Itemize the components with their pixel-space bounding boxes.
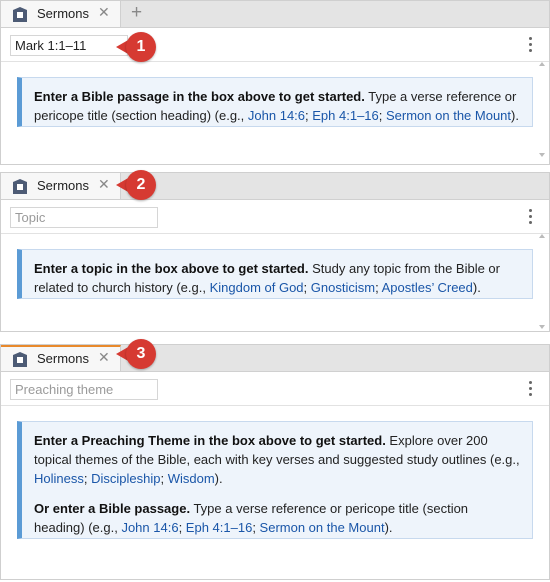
scroll-up-icon[interactable] [539,62,545,66]
more-options-icon[interactable] [529,381,533,397]
separator: ; [160,471,168,486]
scrollbar[interactable] [537,234,547,329]
info-text-end-2: ). [384,520,393,535]
example-link[interactable]: Kingdom of God [210,280,304,295]
separator: ; [303,280,311,295]
example-link[interactable]: Apostles’ Creed [382,280,473,295]
more-options-icon[interactable] [529,209,533,225]
tab-label: Sermons [37,351,90,366]
info-text-end: ). [214,471,223,486]
info-message: Enter a Bible passage in the box above t… [17,77,533,127]
example-link[interactable]: Sermon on the Mount [386,108,511,123]
info-text-end: ). [511,108,519,123]
example-link[interactable]: Wisdom [168,471,215,486]
scroll-up-icon[interactable] [539,234,545,238]
tab-bar: Sermons ✕ [1,345,549,372]
topic-input[interactable] [10,207,158,228]
info-message: Enter a topic in the box above to get st… [17,249,533,299]
tab-bar: Sermons ✕ [1,173,549,200]
close-icon[interactable]: ✕ [98,4,110,21]
callout-number: 2 [126,170,156,200]
info-heading: Enter a Bible passage in the box above t… [34,89,365,104]
example-link[interactable]: Holiness [34,471,84,486]
info-text-end: ). [472,280,481,295]
separator: ; [83,471,92,486]
tab-sermons[interactable]: Sermons ✕ [1,1,121,27]
tab-sermons[interactable]: Sermons ✕ [1,173,121,199]
info-heading: Enter a Preaching Theme in the box above… [34,433,386,448]
sermons-app-icon [13,352,27,367]
callout-number: 1 [126,32,156,62]
info-heading: Enter a topic in the box above to get st… [34,261,309,276]
separator: ; [252,520,260,535]
sermons-panel-1: Sermons ✕ + Enter a Bible passage in the… [0,0,550,165]
info-heading-2: Or enter a Bible passage. [34,501,191,516]
sermons-app-icon [13,7,27,22]
preaching-theme-input[interactable] [10,379,158,400]
close-icon[interactable]: ✕ [98,176,110,193]
tab-sermons[interactable]: Sermons ✕ [1,345,121,371]
example-link[interactable]: Sermon on the Mount [260,520,385,535]
tab-label: Sermons [37,6,90,21]
search-row [1,28,549,62]
scrollbar[interactable] [537,62,547,157]
info-message: Enter a Preaching Theme in the box above… [17,421,533,539]
passage-input[interactable] [10,35,128,56]
separator: ; [178,520,186,535]
tab-label: Sermons [37,178,90,193]
tab-bar: Sermons ✕ + [1,1,549,28]
example-link[interactable]: Gnosticism [311,280,375,295]
add-tab-icon[interactable]: + [131,2,142,24]
scroll-down-icon[interactable] [539,325,545,329]
example-link[interactable]: John 14:6 [248,108,305,123]
more-options-icon[interactable] [529,37,533,53]
scroll-down-icon[interactable] [539,153,545,157]
separator: ; [378,108,386,123]
sermons-panel-2: Sermons ✕ Enter a topic in the box above… [0,172,550,332]
close-icon[interactable]: ✕ [98,349,110,366]
search-row [1,372,549,406]
search-row [1,200,549,234]
example-link[interactable]: Eph 4:1–16 [312,108,379,123]
callout-number: 3 [126,339,156,369]
sermons-panel-3: Sermons ✕ Enter a Preaching Theme in the… [0,344,550,580]
example-link[interactable]: Discipleship [91,471,160,486]
example-link[interactable]: Eph 4:1–16 [186,520,253,535]
sermons-app-icon [13,179,27,194]
example-link[interactable]: John 14:6 [121,520,178,535]
